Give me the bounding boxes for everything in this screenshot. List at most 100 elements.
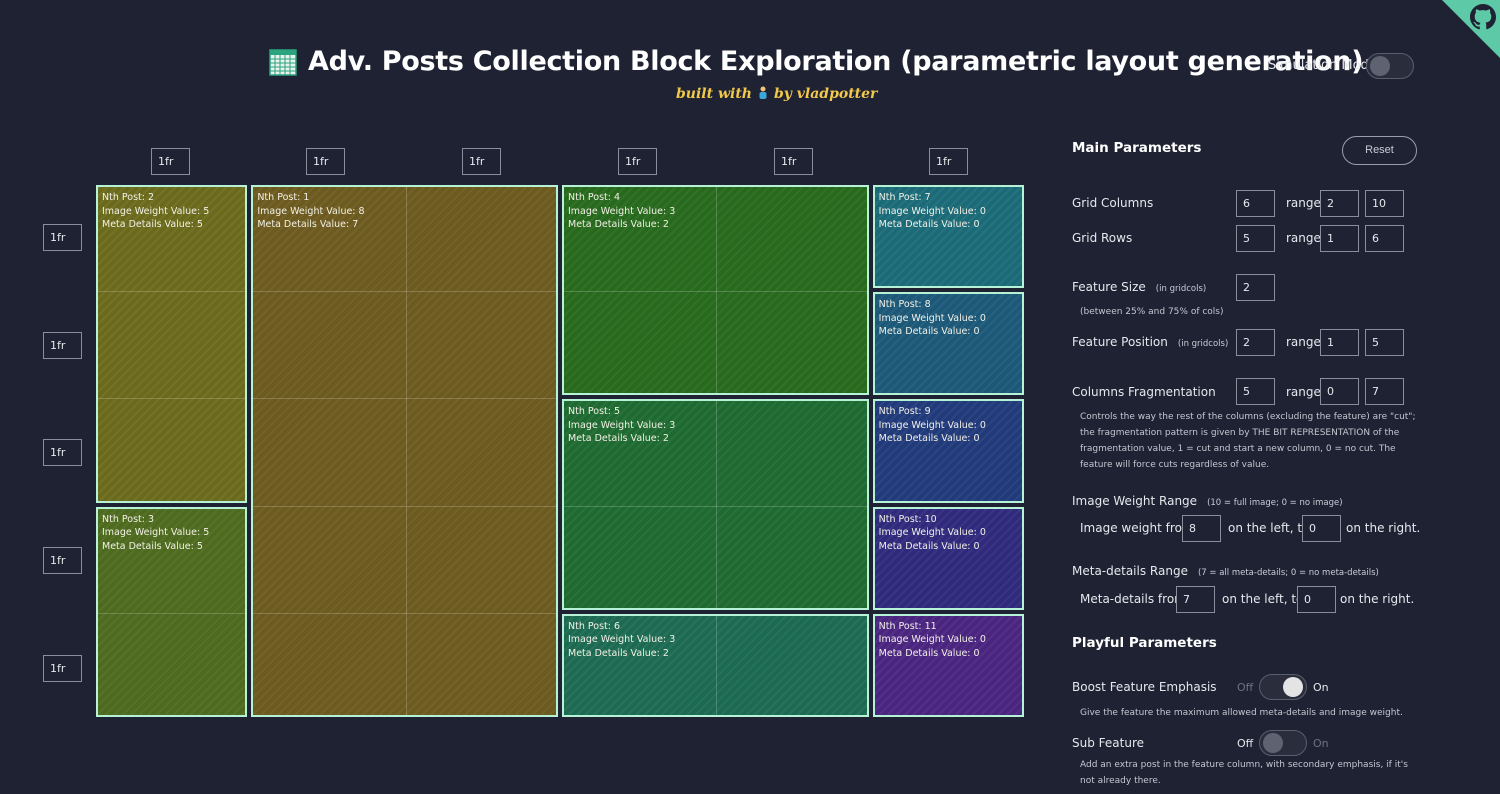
grid-columns-label: Grid Columns — [1072, 196, 1154, 210]
github-octocat-icon — [1470, 4, 1496, 30]
stripe-texture — [253, 187, 556, 715]
meta-details-range-label: Meta-details Range (7 = all meta-details;… — [1072, 564, 1379, 578]
main-parameters-heading: Main Parameters — [1072, 140, 1202, 156]
meta-details-to-input[interactable]: 0 — [1297, 586, 1336, 613]
fragmentation-input[interactable]: 5 — [1236, 378, 1275, 405]
post-tile[interactable]: Nth Post: 2 Image Weight Value: 5 Meta Det… — [96, 185, 248, 503]
toggle-knob — [1263, 733, 1283, 753]
toggle-knob — [1283, 677, 1303, 697]
post-nth-text: Nth Post: 5 — [568, 406, 621, 418]
feature-size-label: Feature Size (in gridcols) — [1072, 280, 1206, 294]
sub-feature-toggle[interactable] — [1259, 730, 1307, 756]
post-tile[interactable]: Nth Post: 6 Image Weight Value: 3 Meta Det… — [562, 613, 869, 717]
row-size-input[interactable]: 1fr — [43, 332, 82, 359]
row-size-input[interactable]: 1fr — [43, 655, 82, 682]
meta-details-range-text: Meta-details Range — [1072, 564, 1188, 578]
range-label: range — [1286, 231, 1321, 245]
boost-on-label: On — [1313, 681, 1329, 694]
post-meta-text: Meta Details Value: 7 — [257, 219, 359, 230]
post-tile[interactable]: Nth Post: 3 Image Weight Value: 5 Meta Det… — [96, 506, 248, 717]
post-info: Nth Post: 10 Image Weight Value: 0 Meta De… — [875, 509, 1022, 557]
fragmentation-min-input[interactable]: 0 — [1320, 378, 1359, 405]
post-tile[interactable]: Nth Post: 1 Image Weight Value: 8 Meta Det… — [251, 185, 558, 717]
github-corner[interactable] — [1442, 0, 1500, 58]
range-label: range — [1286, 335, 1321, 349]
column-size-input[interactable]: 1fr — [618, 148, 657, 175]
grid-rows-input[interactable]: 5 — [1236, 225, 1275, 252]
post-meta-text: Meta Details Value: 0 — [878, 540, 980, 552]
simulation-mode-toggle[interactable] — [1366, 53, 1414, 79]
meta-details-end-label: on the right. — [1340, 592, 1415, 606]
built-with-credit: built with by vladpotter — [676, 86, 877, 102]
post-tile[interactable]: Nth Post: 10 Image Weight Value: 0 Meta De… — [872, 506, 1024, 610]
feature-size-note: (between 25% and 75% of cols) — [1080, 307, 1224, 317]
feature-position-max-input[interactable]: 5 — [1365, 329, 1404, 356]
boost-feature-note: Give the feature the maximum allowed met… — [1080, 708, 1403, 718]
feature-position-unit: (in gridcols) — [1177, 339, 1229, 349]
post-img-text: Image Weight Value: 3 — [568, 634, 676, 646]
post-tile[interactable]: Nth Post: 11 Image Weight Value: 0 Meta De… — [872, 613, 1024, 717]
feature-position-text: Feature Position — [1072, 335, 1168, 349]
post-tile[interactable]: Nth Post: 5 Image Weight Value: 3 Meta Det… — [562, 399, 869, 610]
post-img-text: Image Weight Value: 0 — [878, 205, 986, 217]
column-size-input[interactable]: 1fr — [151, 148, 190, 175]
fragmentation-max-input[interactable]: 7 — [1365, 378, 1404, 405]
feature-position-min-input[interactable]: 1 — [1320, 329, 1359, 356]
grid-rows-label: Grid Rows — [1072, 231, 1133, 245]
grid-rows-min-input[interactable]: 1 — [1320, 225, 1359, 252]
post-nth-text: Nth Post: 10 — [878, 513, 937, 525]
post-img-text: Image Weight Value: 0 — [878, 312, 986, 324]
boost-feature-label: Boost Feature Emphasis — [1072, 680, 1217, 694]
post-nth-text: Nth Post: 7 — [878, 192, 931, 203]
toggle-knob — [1370, 56, 1390, 76]
post-img-text: Image Weight Value: 0 — [878, 634, 986, 646]
grid-line — [98, 291, 246, 293]
column-size-input[interactable]: 1fr — [929, 148, 968, 175]
post-tile[interactable]: Nth Post: 8 Image Weight Value: 0 Meta Det… — [872, 292, 1024, 396]
meta-details-hint: (7 = all meta-details; 0 = no meta-detai… — [1197, 568, 1379, 578]
post-info: Nth Post: 11 Image Weight Value: 0 Meta De… — [875, 616, 1022, 664]
column-size-input[interactable]: 1fr — [462, 148, 501, 175]
boost-feature-toggle[interactable] — [1259, 674, 1307, 700]
image-weight-from-label: Image weight from — [1080, 521, 1194, 535]
playful-parameters-heading: Playful Parameters — [1072, 635, 1217, 651]
grid-columns-input[interactable]: 6 — [1236, 190, 1275, 217]
page-title: Adv. Posts Collection Block Exploration … — [308, 46, 1364, 77]
post-tile[interactable]: Nth Post: 7 Image Weight Value: 0 Meta Det… — [872, 185, 1024, 289]
post-meta-text: Meta Details Value: 0 — [878, 219, 980, 230]
image-weight-to-input[interactable]: 0 — [1302, 515, 1341, 542]
post-tile[interactable]: Nth Post: 9 Image Weight Value: 0 Meta Det… — [872, 399, 1024, 503]
post-info: Nth Post: 8 Image Weight Value: 0 Meta Det… — [875, 294, 1022, 342]
page-header: Adv. Posts Collection Block Exploration … — [268, 46, 1364, 77]
post-meta-text: Meta Details Value: 5 — [102, 219, 203, 230]
row-size-input[interactable]: 1fr — [43, 224, 82, 251]
post-img-text: Image Weight Value: 8 — [257, 205, 365, 217]
column-size-input[interactable]: 1fr — [306, 148, 345, 175]
person-icon — [759, 86, 767, 99]
post-meta-text: Meta Details Value: 2 — [568, 433, 669, 445]
post-meta-text: Meta Details Value: 2 — [568, 219, 669, 230]
row-size-input[interactable]: 1fr — [43, 439, 82, 466]
post-nth-text: Nth Post: 1 — [257, 192, 310, 203]
image-weight-from-input[interactable]: 8 — [1182, 515, 1221, 542]
post-img-text: Image Weight Value: 3 — [568, 205, 676, 217]
post-info: Nth Post: 3 Image Weight Value: 5 Meta Det… — [98, 509, 245, 557]
row-size-input[interactable]: 1fr — [43, 547, 82, 574]
meta-details-from-label: Meta-details from — [1080, 592, 1186, 606]
grid-rows-max-input[interactable]: 6 — [1365, 225, 1404, 252]
post-img-text: Image Weight Value: 5 — [102, 527, 210, 539]
meta-details-from-input[interactable]: 7 — [1176, 586, 1215, 613]
grid-columns-min-input[interactable]: 2 — [1320, 190, 1359, 217]
fragmentation-note: Controls the way the rest of the columns… — [1080, 412, 1416, 470]
column-size-input[interactable]: 1fr — [774, 148, 813, 175]
sub-feature-note: Add an extra post in the feature column,… — [1080, 760, 1408, 786]
feature-size-input[interactable]: 2 — [1236, 274, 1275, 301]
grid-line — [253, 291, 556, 293]
feature-position-input[interactable]: 2 — [1236, 329, 1275, 356]
post-img-text: Image Weight Value: 0 — [878, 419, 986, 431]
grid-columns-max-input[interactable]: 10 — [1365, 190, 1404, 217]
author-label[interactable]: by vladpotter — [774, 86, 877, 102]
built-with-label: built with — [676, 86, 752, 102]
reset-button[interactable]: Reset — [1342, 136, 1417, 165]
post-tile[interactable]: Nth Post: 4 Image Weight Value: 3 Meta Det… — [562, 185, 869, 396]
